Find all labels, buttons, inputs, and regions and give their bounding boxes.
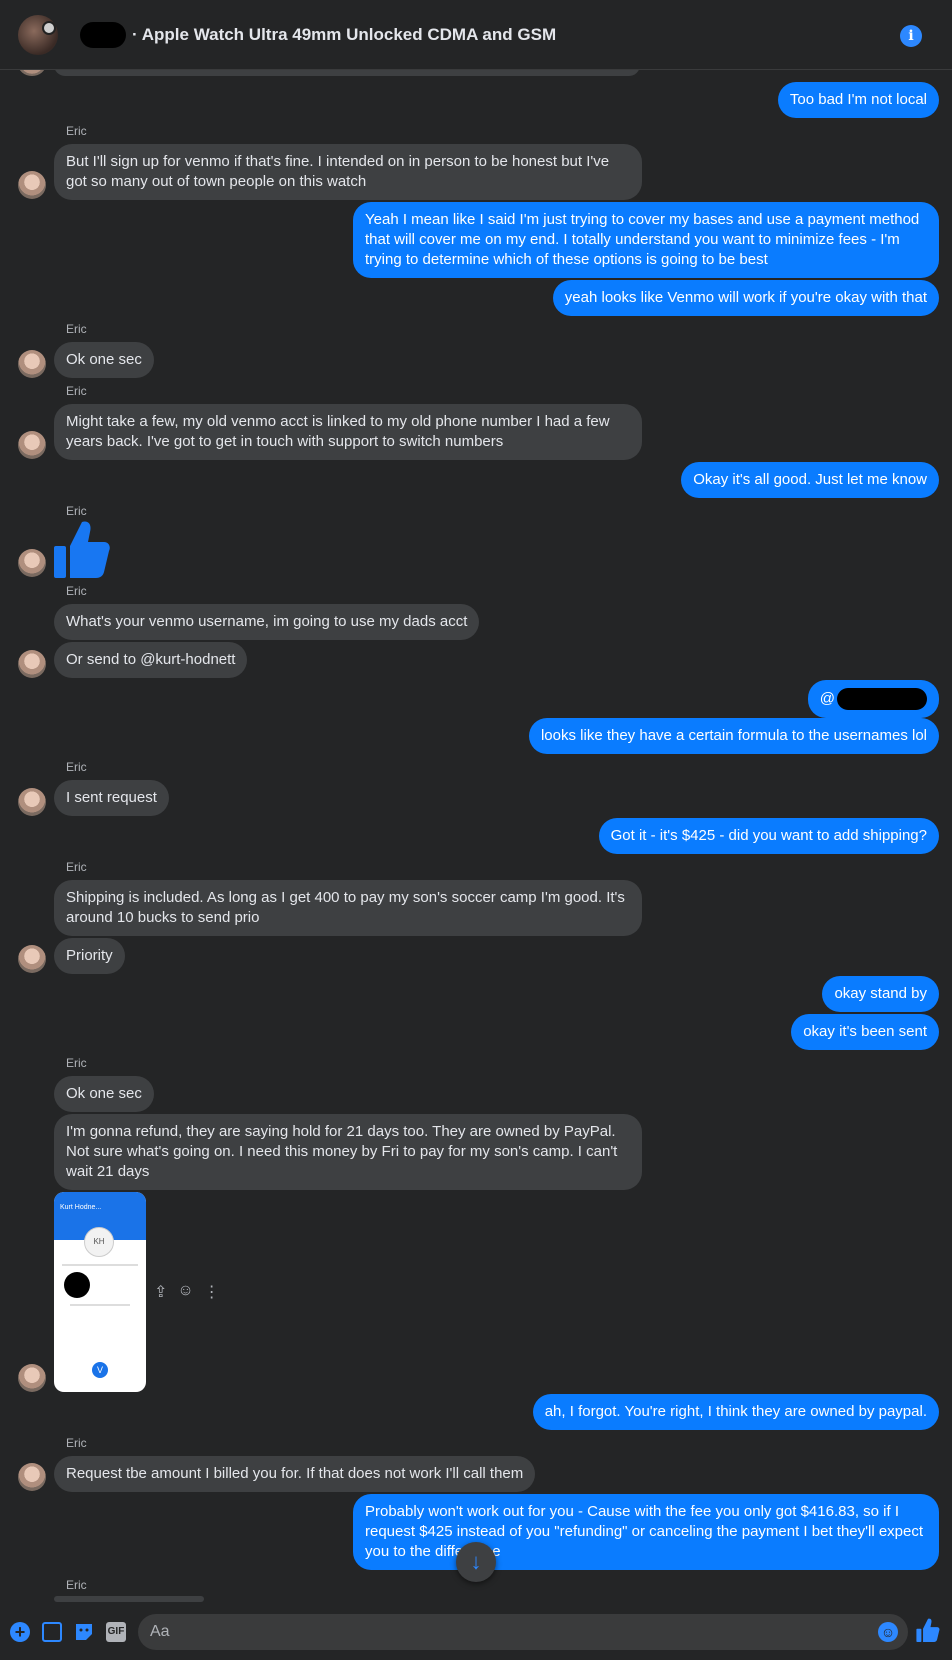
profile-name: Kurt Hodne... <box>60 1204 102 1211</box>
message-bubble[interactable]: looks like they have a certain formula t… <box>528 718 939 754</box>
plus-icon[interactable]: + <box>10 1622 30 1642</box>
gif-icon[interactable]: GIF <box>106 1622 126 1642</box>
message-bubble[interactable]: Yeah I mean like I said I'm just trying … <box>353 202 939 278</box>
image-attachment[interactable]: Kurt Hodne... KH V <box>54 1192 146 1392</box>
sender-name: Eric <box>66 504 87 518</box>
avatar[interactable] <box>18 945 46 973</box>
message-bubble[interactable]: What's your venmo username, im going to … <box>54 604 480 640</box>
sender-name: Eric <box>66 322 87 336</box>
redacted-name <box>80 21 126 48</box>
message-bubble[interactable]: I sent request <box>54 780 169 816</box>
share-icon[interactable]: ⇪ <box>154 1282 167 1302</box>
react-icon[interactable]: ☺ <box>177 1282 193 1302</box>
message-bubble[interactable]: okay it's been sent <box>791 1014 939 1050</box>
message-bubble[interactable]: Or send to @kurt-hodnett <box>54 642 248 678</box>
avatar[interactable] <box>18 171 46 199</box>
divider <box>62 1264 138 1266</box>
avatar[interactable] <box>18 350 46 378</box>
redacted-avatar <box>64 1272 90 1298</box>
listing-avatar[interactable] <box>18 14 58 55</box>
profile-initials: KH <box>84 1227 114 1257</box>
message-bubble[interactable]: Ok one sec <box>54 1076 154 1112</box>
image-icon[interactable] <box>42 1622 62 1642</box>
avatar[interactable] <box>18 1463 46 1491</box>
message-bubble[interactable]: Okay it's all good. Just let me know <box>681 462 939 498</box>
sender-name: Eric <box>66 860 87 874</box>
avatar[interactable] <box>18 788 46 816</box>
message-text: @ <box>819 689 835 707</box>
scroll-down-icon[interactable]: ↓ <box>456 1542 496 1582</box>
sender-name: Eric <box>66 1436 87 1450</box>
message-bubble[interactable]: ah, I forgot. You're right, I think they… <box>532 1394 939 1430</box>
redacted-username <box>837 688 927 710</box>
more-icon[interactable]: ⋮ <box>204 1282 220 1302</box>
message-bubble[interactable]: Probably won't work out for you - Cause … <box>353 1494 939 1570</box>
chat-header: · Apple Watch Ultra 49mm Unlocked CDMA a… <box>0 0 952 70</box>
message-bubble[interactable]: okay stand by <box>822 976 939 1012</box>
message-bubble[interactable]: Shipping is included. As long as I get 4… <box>54 880 642 936</box>
sender-name: Eric <box>66 1578 87 1592</box>
divider <box>70 1304 130 1306</box>
message-bubble[interactable]: Got it - it's $425 - did you want to add… <box>598 818 939 854</box>
sender-name: Eric <box>66 760 87 774</box>
message-list[interactable]: Too bad I'm not local Eric But I'll sign… <box>0 0 952 1602</box>
message-bubble[interactable]: @ <box>807 680 939 718</box>
message-bubble[interactable]: Ok one sec <box>54 342 154 378</box>
message-bubble[interactable]: yeah looks like Venmo will work if you'r… <box>552 280 939 316</box>
sender-name: Eric <box>66 124 87 138</box>
message-input[interactable] <box>138 1614 908 1650</box>
message-bubble[interactable]: Too bad I'm not local <box>777 82 939 118</box>
venmo-logo-icon: V <box>92 1362 108 1378</box>
thumbs-up-send-icon[interactable] <box>916 1618 940 1649</box>
sender-name: Eric <box>66 1056 87 1070</box>
thumbs-up-icon[interactable] <box>54 520 110 583</box>
message-bubble[interactable]: Might take a few, my old venmo acct is l… <box>54 404 642 460</box>
sender-name: Eric <box>66 584 87 598</box>
sender-name: Eric <box>66 384 87 398</box>
avatar[interactable] <box>18 1364 46 1392</box>
emoji-icon[interactable]: ☺ <box>878 1622 898 1642</box>
composer: + GIF ☺ <box>0 1602 952 1660</box>
message-bubble[interactable]: Priority <box>54 938 125 974</box>
message-bubble[interactable]: I'm gonna refund, they are saying hold f… <box>54 1114 642 1190</box>
avatar[interactable] <box>18 549 46 577</box>
message-bubble[interactable]: Request tbe amount I billed you for. If … <box>54 1456 536 1492</box>
info-icon[interactable]: i <box>900 25 922 47</box>
message-actions: ⇪ ☺ ⋮ <box>154 1282 220 1302</box>
avatar[interactable] <box>18 650 46 678</box>
page-title[interactable]: · Apple Watch Ultra 49mm Unlocked CDMA a… <box>132 25 556 45</box>
sticker-icon[interactable] <box>74 1622 94 1642</box>
message-bubble[interactable]: But I'll sign up for venmo if that's fin… <box>54 144 642 200</box>
avatar[interactable] <box>18 431 46 459</box>
